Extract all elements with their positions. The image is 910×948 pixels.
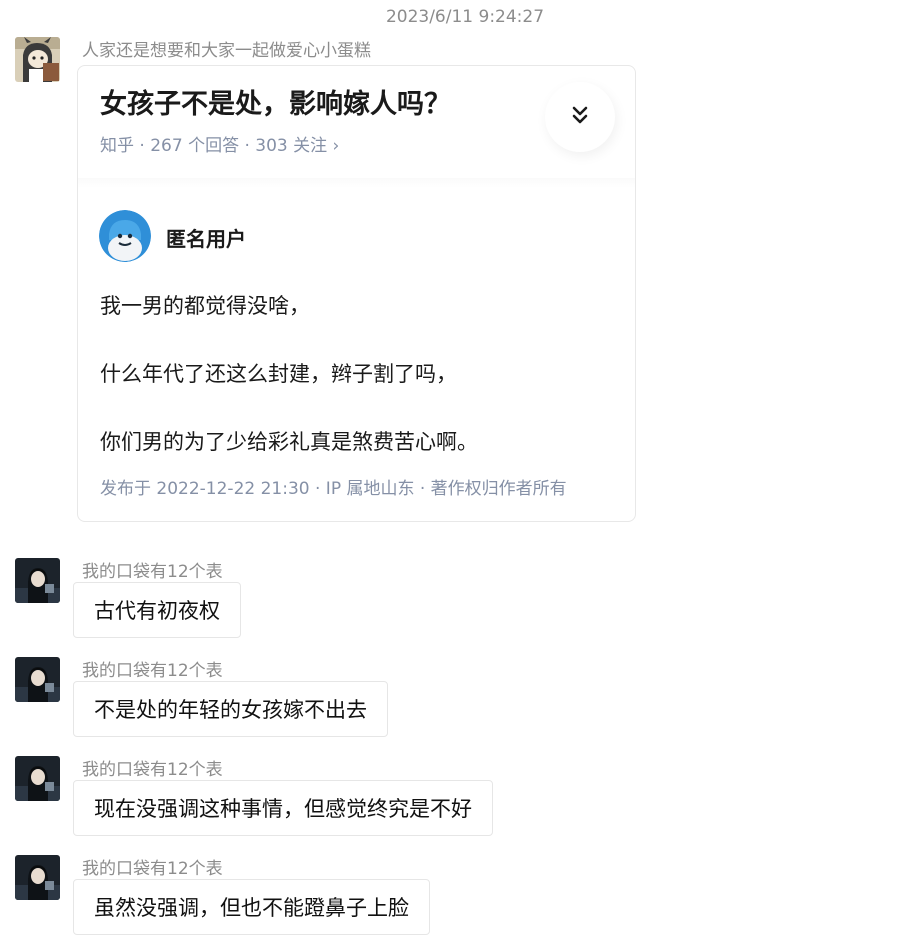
sender-name: 我的口袋有12个表 <box>82 760 223 780</box>
sender-name: 我的口袋有12个表 <box>82 859 223 879</box>
avatar[interactable] <box>15 855 60 900</box>
message-bubble[interactable]: 不是处的年轻的女孩嫁不出去 <box>73 681 388 737</box>
message-bubble[interactable]: 古代有初夜权 <box>73 582 241 638</box>
expand-button[interactable] <box>545 82 615 152</box>
question-meta: 知乎 · 267 个回答 · 303 关注 › <box>100 136 340 156</box>
answer-footer: 发布于 2022-12-22 21:30 · IP 属地山东 · 著作权归作者所… <box>100 479 567 499</box>
card-divider <box>78 178 635 188</box>
message-bubble[interactable]: 虽然没强调，但也不能蹬鼻子上脸 <box>73 879 430 935</box>
avatar[interactable] <box>15 37 60 82</box>
avatar[interactable] <box>15 657 60 702</box>
answer-text-line: 我一男的都觉得没啥， <box>100 294 310 318</box>
sender-name: 我的口袋有12个表 <box>82 562 223 582</box>
sender-name: 我的口袋有12个表 <box>82 661 223 681</box>
message-timestamp: 2023/6/11 9:24:27 <box>385 7 545 27</box>
avatar[interactable] <box>15 558 60 603</box>
question-title: 女孩子不是处，影响嫁人吗？ <box>100 89 451 120</box>
avatar[interactable] <box>15 756 60 801</box>
answer-author-name: 匿名用户 <box>166 227 246 251</box>
shared-zhihu-card[interactable]: 女孩子不是处，影响嫁人吗？ 知乎 · 267 个回答 · 303 关注 › 匿名… <box>77 65 636 522</box>
chat-window: 2023/6/11 9:24:27 人家还是想要和大家一起做爱心小蛋糕 女孩子不… <box>0 0 910 948</box>
answer-text-line: 你们男的为了少给彩礼真是煞费苦心啊。 <box>100 430 478 454</box>
message-bubble[interactable]: 现在没强调这种事情，但感觉终究是不好 <box>73 780 493 836</box>
sender-name: 人家还是想要和大家一起做爱心小蛋糕 <box>82 41 371 61</box>
answer-text-line: 什么年代了还这么封建，辫子割了吗， <box>100 362 457 386</box>
double-chevron-down-icon <box>571 105 589 129</box>
anonymous-user-avatar <box>99 210 151 262</box>
